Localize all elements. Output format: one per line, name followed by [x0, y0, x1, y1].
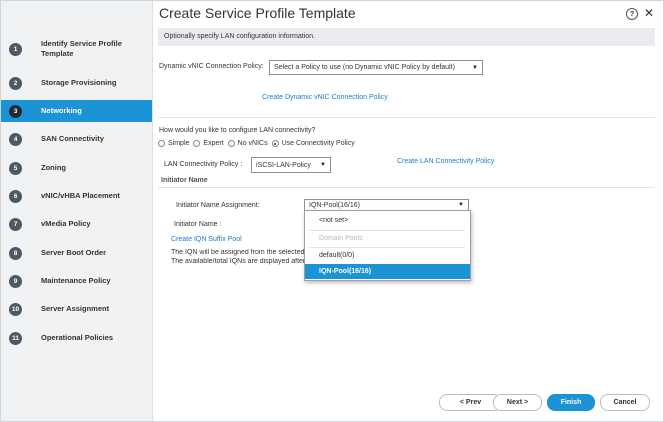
create-lan-connectivity-policy-link[interactable]: Create LAN Connectivity Policy: [397, 158, 494, 165]
page-title: Create Service Profile Template: [159, 5, 356, 21]
create-dynamic-vnic-policy-link[interactable]: Create Dynamic vNIC Connection Policy: [262, 94, 388, 101]
radio-button[interactable]: [227, 140, 235, 147]
radio-label: No vNICs: [237, 140, 268, 147]
step-number-badge: 3: [9, 104, 22, 118]
radio-button[interactable]: [271, 140, 279, 147]
iqn-info-line-1: The IQN will be assigned from the select…: [171, 249, 304, 256]
sidebar-item-label: vNIC/vHBA Placement: [41, 191, 120, 200]
chevron-down-icon: ▼: [472, 64, 478, 71]
sidebar-item-zoning[interactable]: 5 Zoning: [1, 157, 152, 179]
radio-label: Simple: [168, 140, 190, 147]
initiator-dropdown-menu: <not set> Domain Pools default(0/0) IQN-…: [304, 210, 471, 281]
dropdown-group-header: Domain Pools: [319, 234, 363, 242]
lan-policy-label: LAN Connectivity Policy :: [164, 161, 243, 168]
sidebar-item-operational-policies[interactable]: 11 Operational Policies: [1, 327, 152, 349]
radio-button[interactable]: [158, 140, 165, 147]
help-icon[interactable]: ?: [626, 8, 638, 20]
lan-question: How would you like to configure LAN conn…: [159, 127, 316, 134]
step-number-badge: 1: [9, 42, 22, 56]
sidebar-item-label: Zoning: [41, 163, 66, 172]
radio-label: Use Connectivity Policy: [281, 140, 355, 147]
sidebar-item-label: Server Assignment: [41, 304, 110, 313]
dialog-window: 1 Identify Service Profile Template 2 St…: [0, 0, 664, 422]
step-number-badge: 9: [9, 274, 22, 288]
dropdown-option-default[interactable]: default(0/0): [305, 248, 470, 262]
dropdown-option-not-set[interactable]: <not set>: [305, 213, 470, 227]
sidebar-item-label: vMedia Policy: [41, 219, 91, 228]
step-number-badge: 2: [9, 76, 22, 90]
radio-label: Expert: [203, 140, 224, 147]
cancel-button[interactable]: Cancel: [600, 394, 650, 411]
initiator-section-title: Initiator Name: [161, 177, 208, 184]
dynamic-vnic-label: Dynamic vNIC Connection Policy:: [159, 63, 264, 70]
radio-button[interactable]: [193, 140, 201, 147]
sidebar-item-label: Storage Provisioning: [41, 78, 117, 87]
select-value: iSCSI-LAN-Policy: [256, 161, 311, 169]
banner-text: Optionally specify LAN configuration inf…: [164, 33, 315, 40]
select-value: IQN-Pool(16/16): [309, 201, 360, 209]
select-value: Select a Policy to use (no Dynamic vNIC …: [274, 64, 455, 71]
sidebar-item-networking[interactable]: 3 Networking: [1, 100, 152, 122]
lan-config-radio-group: Simple Expert No vNICs Use Connectivity …: [158, 140, 359, 147]
sidebar-item-label: Operational Policies: [41, 333, 114, 342]
divider: [158, 187, 655, 188]
sidebar-item-server-assignment[interactable]: 10 Server Assignment: [1, 298, 152, 320]
iqn-info-line-2: The available/total IQNs are displayed a…: [171, 258, 304, 265]
radio-expert[interactable]: Expert: [193, 140, 224, 147]
sidebar-item-storage-provisioning[interactable]: 2 Storage Provisioning: [1, 72, 152, 94]
step-number-badge: 8: [9, 246, 22, 260]
lan-connectivity-policy-select[interactable]: iSCSI-LAN-Policy ▼: [251, 157, 331, 173]
step-number-badge: 6: [9, 189, 22, 203]
sidebar-item-identify-service-profile-template[interactable]: 1 Identify Service Profile Template: [1, 35, 152, 63]
wizard-steps-sidebar: 1 Identify Service Profile Template 2 St…: [1, 1, 153, 421]
sidebar-item-vnic-vhba-placement[interactable]: 6 vNIC/vHBA Placement: [1, 185, 152, 207]
initiator-assignment-label: Initiator Name Assignment:: [176, 202, 260, 209]
sidebar-item-maintenance-policy[interactable]: 9 Maintenance Policy: [1, 270, 152, 292]
radio-no-vnics[interactable]: No vNICs: [227, 140, 268, 147]
info-banner: Optionally specify LAN configuration inf…: [158, 28, 655, 46]
step-number-badge: 11: [9, 331, 22, 345]
chevron-down-icon: ▼: [458, 202, 464, 208]
sidebar-item-label: Maintenance Policy: [41, 276, 111, 285]
chevron-down-icon: ▼: [320, 162, 326, 168]
sidebar-item-label: SAN Connectivity: [41, 134, 104, 143]
sidebar-item-label: Identify Service Profile Template: [41, 39, 122, 58]
step-number-badge: 7: [9, 217, 22, 231]
next-button[interactable]: Next >: [493, 394, 542, 411]
step-number-badge: 10: [9, 302, 22, 316]
create-iqn-suffix-pool-link[interactable]: Create IQN Suffix Pool: [171, 236, 242, 243]
radio-use-connectivity-policy[interactable]: Use Connectivity Policy: [271, 140, 355, 147]
close-icon[interactable]: ✕: [644, 6, 654, 20]
sidebar-item-server-boot-order[interactable]: 8 Server Boot Order: [1, 242, 152, 264]
divider: [158, 117, 655, 118]
step-number-badge: 5: [9, 161, 22, 175]
finish-button[interactable]: Finish: [547, 394, 595, 411]
step-number-badge: 4: [9, 132, 22, 146]
sidebar-item-san-connectivity[interactable]: 4 SAN Connectivity: [1, 128, 152, 150]
sidebar-item-label: Server Boot Order: [41, 248, 107, 257]
sidebar-item-vmedia-policy[interactable]: 7 vMedia Policy: [1, 213, 152, 235]
dropdown-option-iqn-pool[interactable]: IQN-Pool(16/16): [305, 264, 470, 279]
dynamic-vnic-policy-select[interactable]: Select a Policy to use (no Dynamic vNIC …: [269, 60, 483, 75]
initiator-name-label: Initiator Name :: [174, 221, 222, 228]
sidebar-item-label: Networking: [41, 106, 82, 115]
radio-simple[interactable]: Simple: [158, 140, 189, 147]
